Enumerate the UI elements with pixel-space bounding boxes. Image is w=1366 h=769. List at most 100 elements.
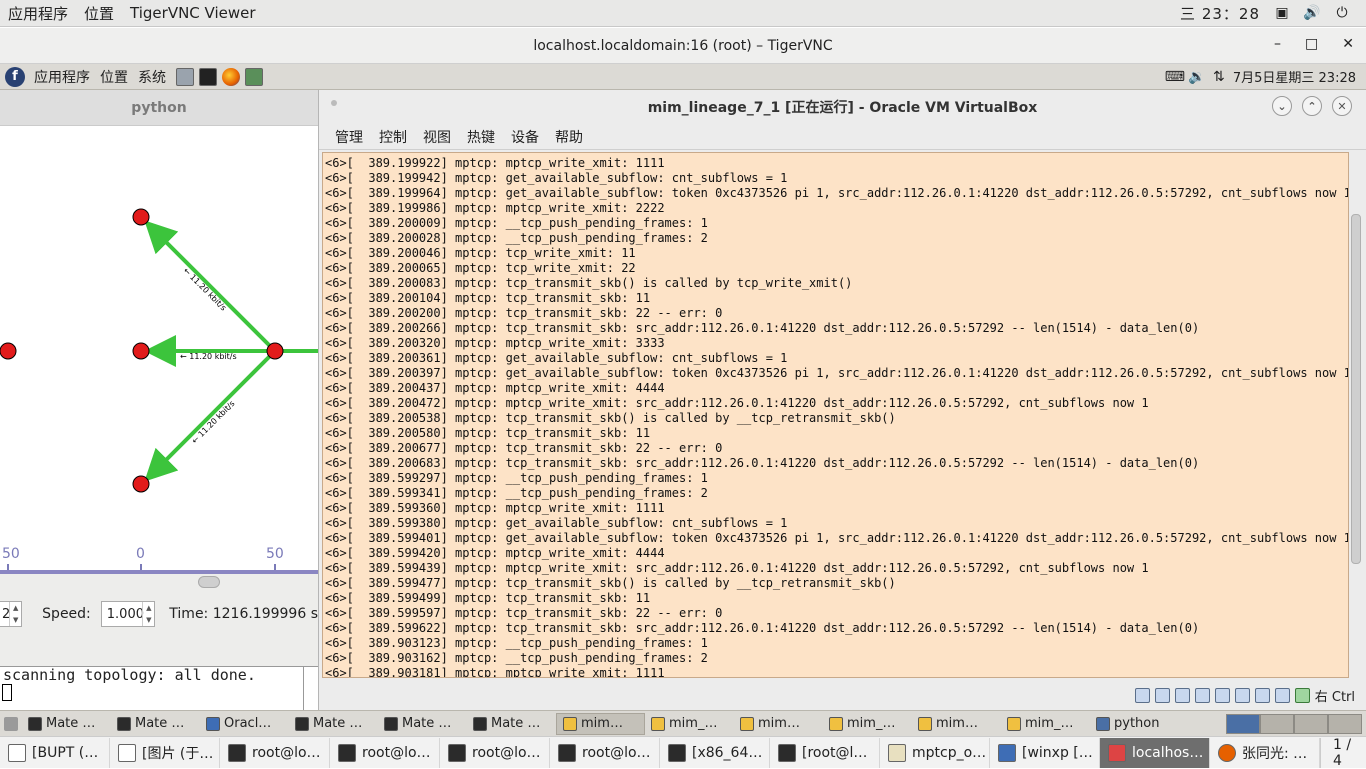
outer-task-9[interactable]: [winxp [… <box>990 737 1100 768</box>
active-app-menu[interactable]: TigerVNC Viewer <box>122 4 264 22</box>
inner-task-1[interactable]: Mate … <box>111 713 200 735</box>
inner-task-2[interactable]: Oracl… <box>200 713 289 735</box>
network-adapter-icon[interactable] <box>1194 687 1210 703</box>
node-left[interactable] <box>0 342 17 360</box>
workspace-indicator[interactable]: 1 / 4 <box>1320 737 1366 769</box>
spin-arrows-icon[interactable]: ▲ ▼ <box>142 602 154 626</box>
network-launcher-icon[interactable] <box>245 67 263 86</box>
console-line: <6>[ 389.599380] mptcp: get_available_su… <box>325 516 788 530</box>
inner-task-6[interactable]: mim… <box>556 712 645 735</box>
optical-drive-icon[interactable] <box>1154 687 1170 703</box>
workspace-3[interactable] <box>1294 713 1328 734</box>
menu-manage[interactable]: 管理 <box>329 127 373 147</box>
outer-apps-menu[interactable]: 应用程序 <box>0 3 76 24</box>
power-icon[interactable]: ⏻ <box>1334 5 1350 21</box>
inner-top-panel: f 应用程序 位置 系统 ⌨ 🔉 ⇅ 7月5日星期三 23:28 <box>0 64 1366 90</box>
video-capture-icon[interactable] <box>1274 687 1290 703</box>
task-label: mim… <box>581 716 623 731</box>
show-desktop-icon[interactable] <box>4 716 18 731</box>
menu-devices[interactable]: 设备 <box>505 127 549 147</box>
outer-clock[interactable]: 三 23：28 <box>1180 3 1260 24</box>
calculator-launcher-icon[interactable] <box>176 67 194 86</box>
outer-task-1[interactable]: [图片 (于… <box>110 737 220 768</box>
terminal-icon <box>668 743 686 762</box>
scrollbar-thumb[interactable] <box>198 576 220 588</box>
task-label: mim… <box>758 716 800 731</box>
inner-task-3[interactable]: Mate … <box>289 713 378 735</box>
outer-task-4[interactable]: root@lo… <box>440 737 550 768</box>
inner-system-menu[interactable]: 系统 <box>133 67 171 87</box>
minimize-button[interactable]: – <box>1274 36 1281 52</box>
outer-task-3[interactable]: root@lo… <box>330 737 440 768</box>
outer-task-7[interactable]: [root@l… <box>770 737 880 768</box>
outer-task-8[interactable]: mptcp_o… <box>880 737 990 768</box>
firefox-launcher-icon[interactable] <box>222 67 240 86</box>
inner-task-0[interactable]: Mate … <box>22 713 111 735</box>
task-label: Mate … <box>135 716 185 731</box>
workspace-4[interactable] <box>1328 713 1362 734</box>
inner-clock[interactable]: 7月5日星期三 23:28 <box>1233 67 1356 86</box>
usb-icon[interactable] <box>1214 687 1230 703</box>
minimize-button[interactable]: ⌄ <box>1272 96 1292 116</box>
maximize-button[interactable]: □ <box>1305 36 1318 52</box>
outer-task-6[interactable]: [x86_64… <box>660 737 770 768</box>
terminal-fragment[interactable]: scanning topology: all done. <box>0 666 318 711</box>
vm-console[interactable]: <6>[ 389.199922] mptcp: mptcp_write_xmit… <box>322 152 1349 678</box>
canvas-horizontal-scrollbar[interactable] <box>0 574 318 588</box>
console-line: <6>[ 389.903123] mptcp: __tcp_push_pendi… <box>325 636 708 650</box>
close-button[interactable]: ✕ <box>1342 36 1354 52</box>
display-icon[interactable] <box>1254 687 1270 703</box>
spin-arrows-icon[interactable]: ▲ ▼ <box>9 602 21 626</box>
menu-help[interactable]: 帮助 <box>549 127 593 147</box>
terminal-launcher-icon[interactable] <box>199 67 217 86</box>
outer-task-2[interactable]: root@lo… <box>220 737 330 768</box>
inner-task-4[interactable]: Mate … <box>378 713 467 735</box>
inner-task-8[interactable]: mim… <box>734 713 823 735</box>
menu-control[interactable]: 控制 <box>373 127 417 147</box>
outer-task-0[interactable]: [BUPT (… <box>0 737 110 768</box>
keyboard-icon[interactable]: ⌨ <box>1165 69 1185 85</box>
node-bottom[interactable] <box>132 475 150 493</box>
volume-icon[interactable]: 🔊 <box>1303 5 1320 21</box>
inner-task-9[interactable]: mim_… <box>823 713 912 735</box>
harddisk-icon[interactable] <box>1134 687 1150 703</box>
window-menu-icon[interactable] <box>331 100 337 106</box>
mouse-integration-icon[interactable] <box>1294 687 1310 703</box>
console-line: <6>[ 389.199922] mptcp: mptcp_write_xmit… <box>325 156 665 170</box>
close-button[interactable]: ✕ <box>1332 96 1352 116</box>
menu-view[interactable]: 视图 <box>417 127 461 147</box>
workspace-1[interactable] <box>1226 713 1260 734</box>
maximize-button[interactable]: ⌃ <box>1302 96 1322 116</box>
network-icon[interactable]: ⇅ <box>1211 69 1227 85</box>
task-label: 张同光: … <box>1242 745 1308 762</box>
inner-task-10[interactable]: mim… <box>912 713 1001 735</box>
node-hub[interactable] <box>266 342 284 360</box>
terminal-icon <box>28 716 42 731</box>
fedora-logo-icon[interactable]: f <box>5 66 25 87</box>
console-vertical-scrollbar[interactable] <box>1349 152 1363 678</box>
workspace-pager[interactable] <box>1226 713 1362 734</box>
shared-folder-icon[interactable] <box>1234 687 1250 703</box>
volume-icon[interactable]: 🔉 <box>1188 69 1205 85</box>
outer-places-menu[interactable]: 位置 <box>76 3 122 24</box>
node-middle[interactable] <box>132 342 150 360</box>
outer-task-11[interactable]: 张同光: … <box>1210 737 1320 768</box>
inner-task-11[interactable]: mim_… <box>1001 713 1090 735</box>
inner-places-menu[interactable]: 位置 <box>95 67 133 87</box>
workspace-2[interactable] <box>1260 713 1294 734</box>
scrollbar-thumb[interactable] <box>1351 214 1361 564</box>
outer-task-5[interactable]: root@lo… <box>550 737 660 768</box>
topology-canvas[interactable]: ← 11.20 kbit/s ← 11.20 kbit/s ← 11.20 kb… <box>0 126 318 574</box>
menu-hotkey[interactable]: 热键 <box>461 127 505 147</box>
outer-task-10[interactable]: localhos… <box>1100 737 1210 768</box>
inner-task-5[interactable]: Mate … <box>467 713 556 735</box>
audio-icon[interactable] <box>1174 687 1190 703</box>
inner-task-7[interactable]: mim_… <box>645 713 734 735</box>
node-top[interactable] <box>132 208 150 226</box>
inner-task-12[interactable]: python <box>1090 713 1179 735</box>
console-line: <6>[ 389.199942] mptcp: get_available_su… <box>325 171 788 185</box>
inner-apps-menu[interactable]: 应用程序 <box>29 67 95 87</box>
speed-spinbox[interactable]: 1.000 ▲ ▼ <box>100 601 156 627</box>
left-spinbox[interactable]: 2 ▲ ▼ <box>0 601 23 627</box>
screen-icon[interactable]: ▣ <box>1274 5 1290 21</box>
